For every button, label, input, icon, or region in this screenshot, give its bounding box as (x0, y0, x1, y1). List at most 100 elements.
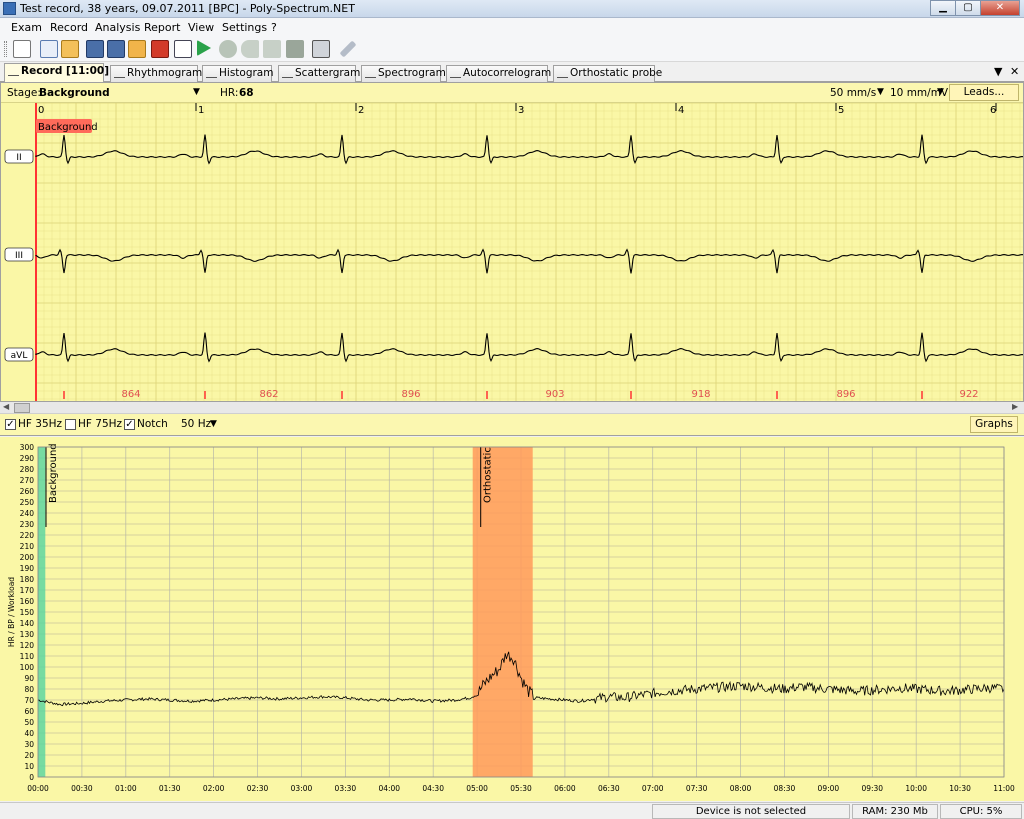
rr-interval-label: 864 (121, 389, 140, 400)
new-exam-icon[interactable] (40, 40, 58, 58)
toolbar (0, 36, 1024, 62)
speed-dropdown-icon[interactable]: ▼ (877, 87, 884, 97)
print-icon[interactable] (312, 40, 330, 58)
y-tick-label: 130 (20, 630, 35, 639)
fast-forward-icon[interactable] (263, 40, 281, 58)
tab-scattergram[interactable]: Scattergram (278, 65, 360, 82)
x-tick-label: 00:00 (27, 784, 49, 793)
second-label: 3 (518, 105, 524, 116)
tab-orthostatic-probe[interactable]: Orthostatic probe (553, 65, 662, 82)
stop-icon[interactable] (286, 40, 304, 58)
x-tick-label: 03:00 (291, 784, 313, 793)
scattergram-icon (282, 69, 293, 78)
tab-list-dropdown-icon[interactable]: ▼ (994, 65, 1002, 78)
y-tick-label: 210 (20, 542, 35, 551)
stage-marker-label: Background (38, 122, 98, 133)
speed-select[interactable]: 50 mm/s (830, 87, 876, 99)
undo-icon[interactable] (241, 40, 259, 58)
stage-band (472, 447, 533, 777)
close-window-button[interactable]: ✕ (980, 0, 1020, 16)
notch-frequency-select[interactable]: 50 Hz (181, 418, 211, 430)
menu-view[interactable]: View (188, 21, 214, 34)
rr-interval-label: 896 (836, 389, 855, 400)
second-label: 1 (198, 105, 204, 116)
stage-dropdown-icon[interactable]: ▼ (193, 87, 200, 97)
x-tick-label: 10:30 (949, 784, 971, 793)
maximize-button[interactable]: ▢ (955, 0, 981, 16)
scroll-left-icon[interactable]: ◀ (3, 402, 9, 411)
menu-exam[interactable]: Exam (11, 21, 42, 34)
exam-list-icon[interactable] (13, 40, 31, 58)
save-all-icon[interactable] (107, 40, 125, 58)
rhythmogram-icon (114, 69, 125, 78)
spectrogram-icon (365, 69, 376, 78)
tab-spectrogram[interactable]: Spectrogram (361, 65, 446, 82)
scroll-right-icon[interactable]: ▶ (1012, 402, 1018, 411)
cpu-status: CPU: 5% (940, 804, 1022, 819)
second-label: 6 (990, 105, 996, 116)
hr-label: HR: (220, 87, 239, 99)
record-icon[interactable] (219, 40, 237, 58)
x-tick-label: 07:30 (686, 784, 708, 793)
title-bar: Test record, 38 years, 09.07.2011 [BPC] … (0, 0, 1024, 18)
menu-settings[interactable]: Settings (222, 21, 267, 34)
tab-label: Scattergram (295, 67, 361, 79)
tab-histogram[interactable]: Histogram (202, 65, 273, 82)
scroll-thumb[interactable] (14, 403, 30, 413)
hf75-label: HF 75Hz (78, 418, 123, 430)
rr-interval-label: 903 (545, 389, 564, 400)
x-tick-label: 05:00 (466, 784, 488, 793)
y-tick-label: 290 (20, 454, 35, 463)
y-axis-label: HR / BP / Workload (7, 577, 16, 647)
x-tick-label: 02:30 (247, 784, 269, 793)
y-tick-label: 140 (20, 619, 35, 628)
play-icon[interactable] (197, 40, 211, 56)
report-icon[interactable] (174, 40, 192, 58)
tab-rhythmogram[interactable]: Rhythmogram (110, 65, 202, 82)
x-tick-label: 07:00 (642, 784, 664, 793)
menu-help[interactable]: ? (271, 21, 277, 34)
stage-band-label: Orthostatic (483, 447, 494, 503)
open-exam-icon[interactable] (61, 40, 79, 58)
menu-report[interactable]: Report (144, 21, 180, 34)
app-icon (3, 2, 16, 15)
y-tick-label: 40 (24, 729, 34, 738)
tab-record[interactable]: Record [11:00] (4, 63, 109, 83)
x-tick-label: 06:00 (554, 784, 576, 793)
menu-record[interactable]: Record (50, 21, 88, 34)
window-title: Test record, 38 years, 09.07.2011 [BPC] … (20, 2, 355, 15)
window-controls: ▁ ▢ ✕ (930, 0, 1020, 17)
save-icon[interactable] (86, 40, 104, 58)
y-tick-label: 150 (20, 608, 35, 617)
gain-dropdown-icon[interactable]: ▼ (937, 87, 944, 97)
x-tick-label: 02:00 (203, 784, 225, 793)
y-tick-label: 20 (24, 751, 34, 760)
stage-bar: Stage: Background ▼ HR: 68 50 mm/s ▼ 10 … (1, 83, 1023, 103)
ram-status: RAM: 230 Mb (852, 804, 938, 819)
notch-dropdown-icon[interactable]: ▼ (210, 419, 217, 429)
export-icon[interactable] (128, 40, 146, 58)
notch-checkbox[interactable]: ✓ (124, 419, 135, 430)
tab-close-icon[interactable]: ✕ (1010, 65, 1019, 78)
menu-analysis[interactable]: Analysis (95, 21, 140, 34)
y-tick-label: 30 (24, 740, 34, 749)
toolbar-grip[interactable] (4, 41, 7, 57)
stage-select[interactable]: Background (39, 87, 110, 99)
second-label: 0 (38, 105, 44, 116)
leads-button[interactable]: Leads... (949, 84, 1019, 101)
tab-label: Autocorrelogram (463, 67, 552, 79)
x-tick-label: 11:00 (993, 784, 1015, 793)
y-tick-label: 220 (20, 531, 35, 540)
delete-exam-icon[interactable] (151, 40, 169, 58)
graphs-button[interactable]: Graphs (970, 416, 1018, 433)
ecg-scrollbar[interactable]: ◀ ▶ (0, 402, 1024, 414)
second-label: 4 (678, 105, 684, 116)
minimize-button[interactable]: ▁ (930, 0, 956, 16)
hf75-checkbox[interactable] (65, 419, 76, 430)
x-tick-label: 00:30 (71, 784, 93, 793)
tab-autocorrelogram[interactable]: Autocorrelogram (446, 65, 552, 82)
hf35-checkbox[interactable]: ✓ (5, 419, 16, 430)
stage-band-label: Background (48, 443, 59, 503)
settings-wrench-icon[interactable] (339, 40, 357, 58)
x-tick-label: 03:30 (335, 784, 357, 793)
